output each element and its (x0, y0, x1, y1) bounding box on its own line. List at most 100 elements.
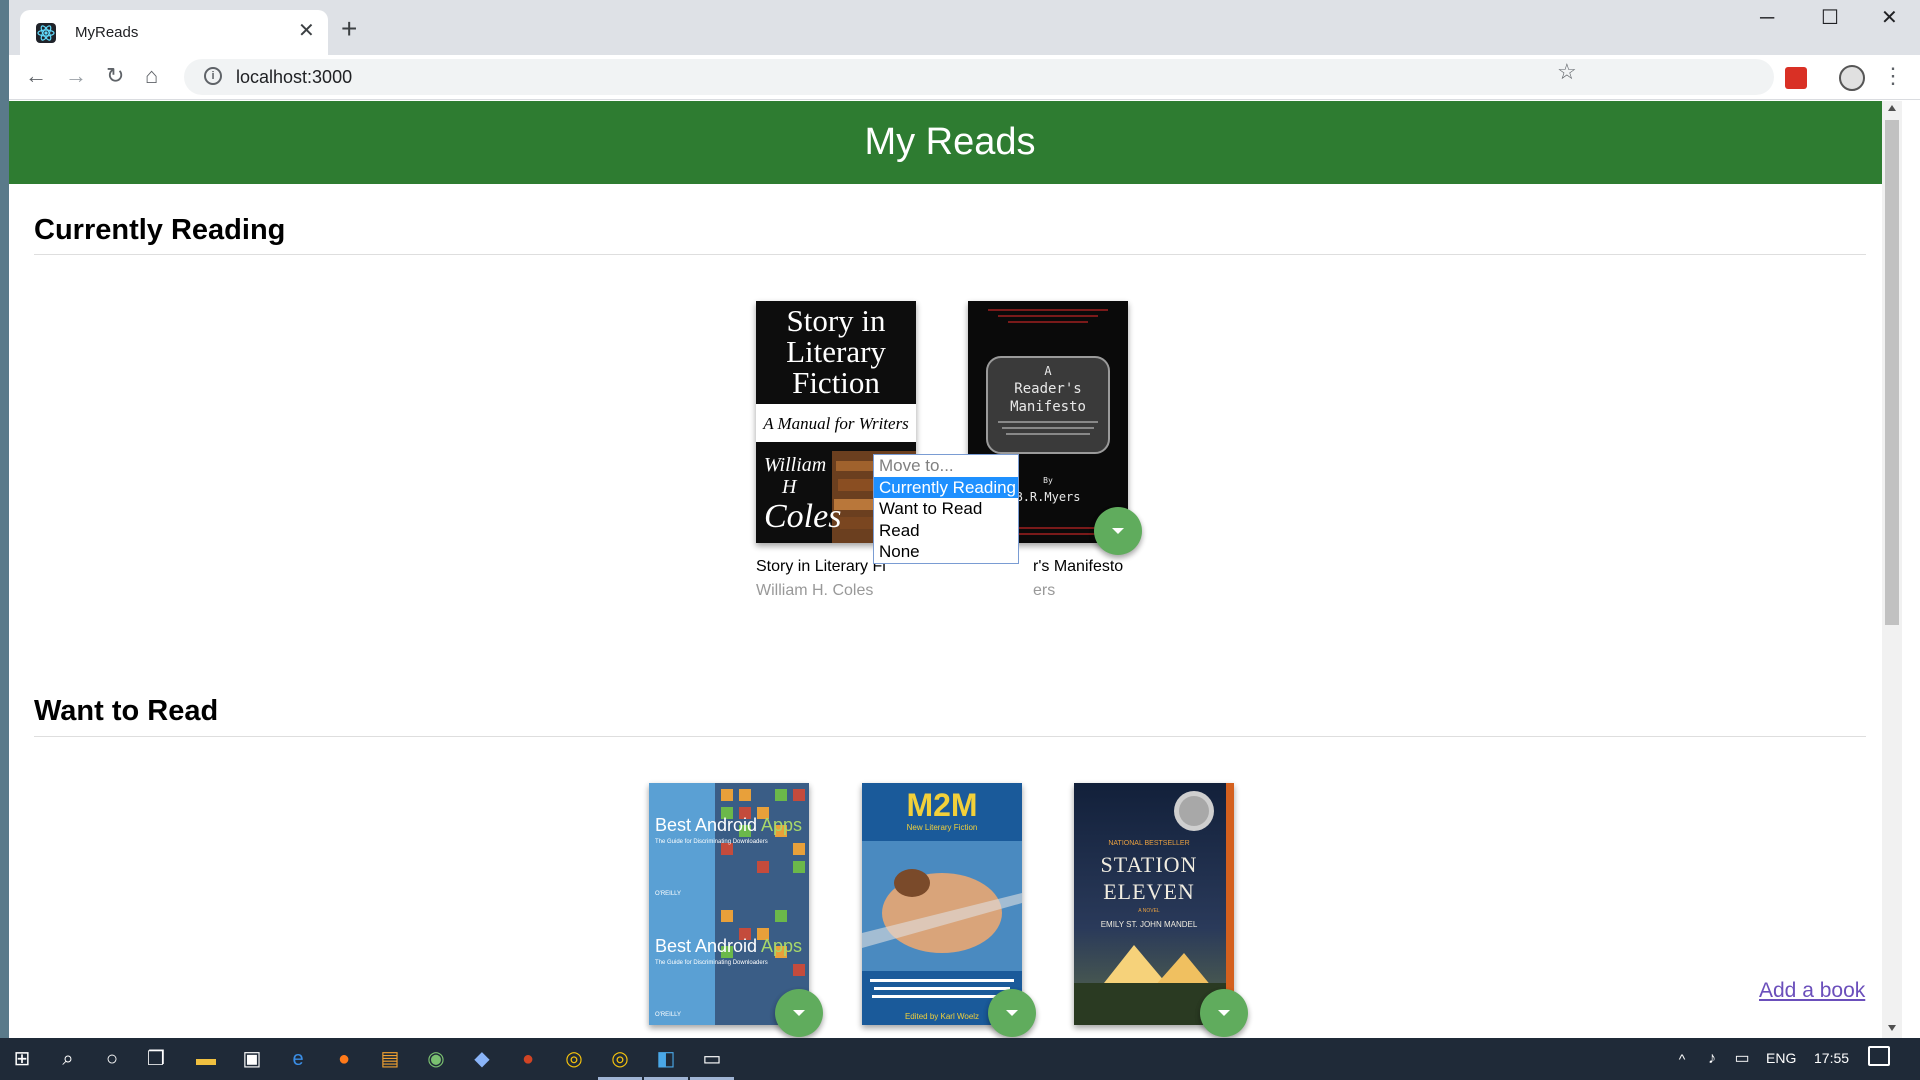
windows-taskbar: ⊞ ⌕ ○ ❐ ▬ ▣ e ● ▤ ◉ ◆ ● ◎ ◎ ◧ ▭ ^ ♪ ▭ EN… (0, 1038, 1920, 1080)
book-cover[interactable]: M2M New Literary Fiction Edited by Karl … (862, 783, 1022, 1025)
vscode-icon[interactable]: ◧ (652, 1045, 680, 1073)
cover-text: NATIONAL BESTSELLER (1108, 840, 1189, 847)
cover-text: O'REILLY (655, 1012, 681, 1018)
shelf-title-want-to-read: Want to Read (34, 695, 219, 727)
add-book-link[interactable]: Add a book (1759, 979, 1865, 1003)
notes-icon[interactable]: ◆ (468, 1045, 496, 1073)
shelf-divider (34, 736, 1866, 737)
book-cover[interactable]: Best Android Apps The Guide for Discrimi… (649, 783, 809, 1025)
volume-icon[interactable]: ♪ (1698, 1045, 1726, 1073)
cover-text: Best (655, 815, 691, 835)
option-none[interactable]: None (874, 541, 1018, 563)
address-bar[interactable]: i localhost:3000 (184, 59, 1774, 95)
cover-text: ELEVEN (1103, 879, 1195, 904)
cover-text: M2M (906, 787, 977, 823)
bookmark-star-icon[interactable]: ☆ (1557, 59, 1577, 85)
cover-text: Apps (761, 936, 802, 956)
cover-text: Android (695, 936, 757, 956)
cover-text: H (781, 476, 798, 498)
cover-text: William (764, 454, 826, 476)
shelf-changer-button[interactable] (988, 989, 1036, 1037)
shelf-changer-button[interactable] (1094, 507, 1142, 555)
option-move-to: Move to... (879, 456, 954, 475)
new-tab-button[interactable]: + (341, 15, 357, 43)
cover-text: Literary (786, 334, 886, 369)
menu-icon[interactable]: ⋮ (1882, 61, 1904, 91)
info-icon[interactable]: i (204, 67, 222, 85)
forward-icon[interactable]: → (65, 62, 87, 90)
cover-text: The Guide for Discriminating Downloaders (655, 839, 768, 845)
firefox-icon[interactable]: ● (330, 1045, 358, 1073)
cover-text: Best (655, 936, 691, 956)
cover-text: A Manual for Writers (762, 414, 909, 433)
book-m2m: M2M New Literary Fiction Edited by Karl … (862, 783, 1036, 1037)
cover-text: Fiction (792, 365, 880, 400)
terminal-icon[interactable]: ▭ (698, 1045, 726, 1073)
cover-text: By (1043, 476, 1053, 485)
store-icon[interactable]: ▣ (238, 1045, 266, 1073)
shelf-divider (34, 254, 1866, 255)
cover-text: Apps (761, 815, 802, 835)
maximize-icon[interactable]: ☐ (1821, 8, 1839, 28)
cover-text: Android (695, 815, 757, 835)
close-window-icon[interactable]: ✕ (1881, 8, 1898, 28)
option-currently-reading[interactable]: Currently Reading (874, 476, 1018, 498)
cover-text: B.R.Myers (1015, 490, 1080, 504)
cover-text: O'REILLY (655, 891, 681, 897)
android-studio-icon[interactable]: ◉ (422, 1045, 450, 1073)
shelf-select-dropdown[interactable]: Move to... Currently Reading Want to Rea… (873, 454, 1019, 564)
book-author: ers (1033, 582, 1056, 599)
shelf-changer-button[interactable] (775, 989, 823, 1037)
tab-title: MyReads (75, 24, 139, 41)
app-icon[interactable]: ▤ (376, 1045, 404, 1073)
tray-chevron-icon[interactable]: ^ (1668, 1045, 1696, 1073)
cover-text: Coles (764, 498, 841, 535)
book-author: William H. Coles (756, 582, 874, 599)
back-icon[interactable]: ← (25, 62, 47, 90)
tab-strip: MyReads ✕ + ─ ☐ ✕ (9, 0, 1920, 55)
battery-icon[interactable]: ▭ (1728, 1045, 1756, 1073)
language-indicator[interactable]: ENG (1766, 1050, 1796, 1066)
extension-icon[interactable] (1785, 67, 1807, 89)
cover-text: Reader's (1014, 381, 1081, 397)
browser-toolbar: ← → ↻ ⌂ i localhost:3000 ☆ ⋮ (9, 55, 1920, 100)
task-view-icon[interactable]: ❐ (142, 1045, 170, 1073)
cover-text: Manifesto (1010, 399, 1086, 415)
chrome-active-icon[interactable]: ◎ (606, 1045, 634, 1073)
option-read[interactable]: Read (874, 520, 1018, 542)
shelf-changer-button[interactable] (1200, 989, 1248, 1037)
clock[interactable]: 17:55 (1814, 1050, 1849, 1066)
vertical-scrollbar[interactable] (1882, 101, 1902, 1038)
notification-icon[interactable] (1868, 1046, 1890, 1066)
cover-text: New Literary Fiction (907, 823, 978, 832)
browser-tab[interactable]: MyReads ✕ (20, 10, 328, 55)
chrome-icon[interactable]: ◎ (560, 1045, 588, 1073)
page-content: My Reads Currently Reading Story in Lite… (9, 101, 1891, 1038)
scroll-down-arrow-icon[interactable] (1888, 1025, 1896, 1031)
scroll-thumb[interactable] (1885, 120, 1899, 625)
close-tab-icon[interactable]: ✕ (298, 21, 315, 41)
cortana-icon[interactable]: ○ (98, 1045, 126, 1073)
minimize-icon[interactable]: ─ (1760, 8, 1774, 28)
shelf-title-currently-reading: Currently Reading (34, 214, 286, 246)
book-title: r's Manifesto (1033, 558, 1124, 575)
home-icon[interactable]: ⌂ (145, 62, 158, 90)
book-station-eleven: NATIONAL BESTSELLER STATION ELEVEN A NOV… (1074, 783, 1248, 1037)
profile-avatar[interactable] (1839, 65, 1865, 91)
option-want-to-read[interactable]: Want to Read (874, 498, 1018, 520)
cover-text: STATION (1101, 852, 1198, 877)
search-icon[interactable]: ⌕ (54, 1045, 82, 1073)
scroll-up-arrow-icon[interactable] (1888, 105, 1896, 111)
cover-text: EMILY ST. JOHN MANDEL (1101, 920, 1198, 929)
book-cover[interactable]: NATIONAL BESTSELLER STATION ELEVEN A NOV… (1074, 783, 1234, 1025)
react-icon (36, 23, 56, 43)
reload-icon[interactable]: ↻ (106, 62, 124, 90)
book-title: Story in Literary Fi (756, 558, 886, 575)
book-best-android-apps: Best Android Apps The Guide for Discrimi… (649, 783, 823, 1037)
powerpoint-icon[interactable]: ● (514, 1045, 542, 1073)
windows-start-icon[interactable]: ⊞ (8, 1045, 36, 1073)
edge-icon[interactable]: e (284, 1045, 312, 1073)
cover-text: The Guide for Discriminating Downloaders (655, 960, 768, 966)
url-text[interactable]: localhost:3000 (236, 67, 352, 88)
file-explorer-icon[interactable]: ▬ (192, 1045, 220, 1073)
